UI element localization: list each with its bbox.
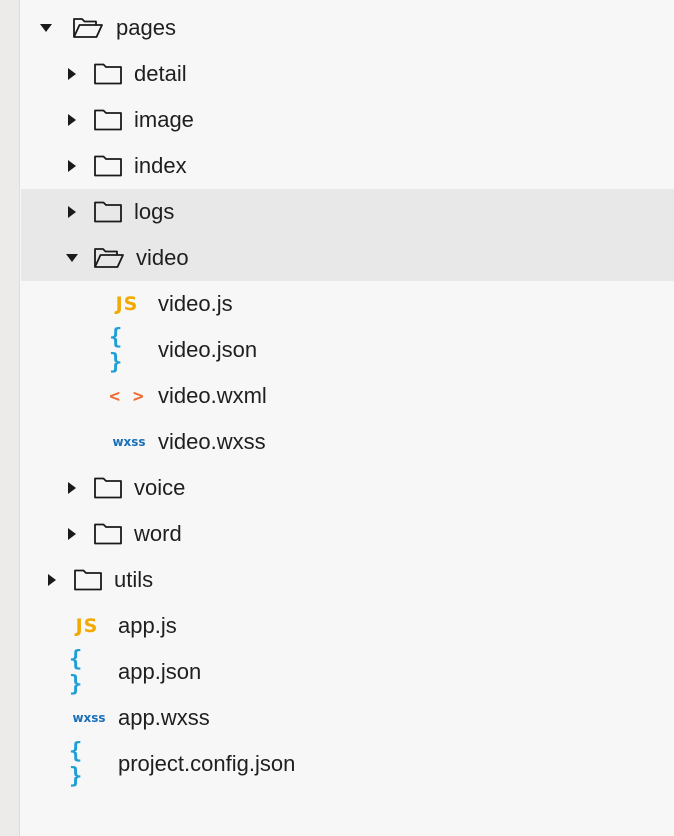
tree-label: index — [134, 153, 187, 178]
tree-label: video.js — [158, 291, 233, 316]
tree-label: app.wxss — [118, 705, 210, 730]
tree-folder-voice[interactable]: voice — [21, 465, 674, 511]
tree-label: word — [134, 521, 182, 546]
tree-folder-detail[interactable]: detail — [21, 51, 674, 97]
tree-label: video — [136, 245, 189, 270]
chevron-right-icon[interactable] — [65, 67, 79, 81]
tree-folder-utils[interactable]: utils — [21, 557, 674, 603]
folder-icon — [93, 476, 123, 500]
tree-label: project.config.json — [118, 751, 296, 776]
wxss-file-icon: wxss — [112, 435, 146, 449]
json-file-icon: { } — [109, 325, 125, 375]
tree-folder-index[interactable]: index — [21, 143, 674, 189]
tree-file-project-config-json[interactable]: { } project.config.json — [21, 739, 674, 789]
folder-icon — [93, 108, 123, 132]
tree-label: video.json — [158, 337, 258, 362]
folder-open-icon — [72, 16, 104, 40]
chevron-down-icon[interactable] — [65, 251, 79, 265]
tree-folder-logs[interactable]: logs — [21, 189, 674, 235]
tree-label: image — [134, 107, 194, 132]
tree-folder-word[interactable]: word — [21, 511, 674, 557]
tree-folder-video[interactable]: video — [21, 235, 674, 281]
tree-folder-image[interactable]: image — [21, 97, 674, 143]
tree-file-video-wxml[interactable]: < > video.wxml — [21, 373, 674, 419]
tree-label: pages — [116, 15, 176, 40]
tree-file-app-wxss[interactable]: wxss app.wxss — [21, 695, 674, 741]
chevron-right-icon[interactable] — [65, 481, 79, 495]
tree-label: video.wxss — [158, 429, 266, 454]
js-file-icon: JS — [75, 615, 99, 637]
chevron-right-icon[interactable] — [65, 527, 79, 541]
json-file-icon: { } — [69, 739, 85, 789]
folder-icon — [93, 62, 123, 86]
chevron-down-icon[interactable] — [39, 21, 53, 35]
tree-file-video-json[interactable]: { } video.json — [21, 325, 674, 375]
chevron-right-icon[interactable] — [45, 573, 59, 587]
folder-icon — [93, 200, 123, 224]
folder-icon — [93, 154, 123, 178]
chevron-right-icon[interactable] — [65, 159, 79, 173]
tree-file-video-js[interactable]: JS video.js — [21, 281, 674, 327]
tree-label: app.js — [118, 613, 177, 638]
file-tree: pages detail image index logs video JS v… — [21, 5, 674, 789]
tree-label: detail — [134, 61, 187, 86]
tree-label: logs — [134, 199, 175, 224]
wxml-file-icon: < > — [109, 385, 145, 407]
tree-label: app.json — [118, 659, 202, 684]
json-file-icon: { } — [69, 647, 85, 697]
tree-file-app-json[interactable]: { } app.json — [21, 647, 674, 697]
wxss-file-icon: wxss — [72, 711, 106, 725]
left-gutter — [0, 0, 20, 836]
tree-label: voice — [134, 475, 186, 500]
folder-icon — [73, 568, 103, 592]
chevron-right-icon[interactable] — [65, 205, 79, 219]
folder-icon — [93, 522, 123, 546]
tree-label: video.wxml — [158, 383, 267, 408]
tree-file-app-js[interactable]: JS app.js — [21, 603, 674, 649]
tree-file-video-wxss[interactable]: wxss video.wxss — [21, 419, 674, 465]
js-file-icon: JS — [115, 293, 139, 315]
chevron-right-icon[interactable] — [65, 113, 79, 127]
tree-folder-pages[interactable]: pages — [21, 5, 674, 51]
tree-label: utils — [114, 567, 154, 592]
folder-open-icon — [93, 246, 125, 270]
